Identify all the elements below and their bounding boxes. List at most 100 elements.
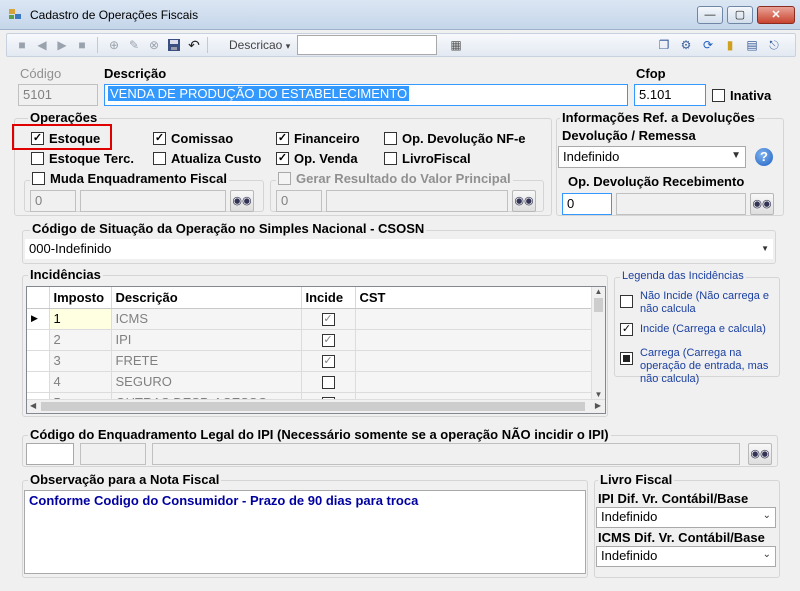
incide-cell[interactable]: ✓: [301, 350, 356, 372]
scroll-left-icon[interactable]: ◀: [30, 401, 36, 410]
ipi-dif-value: Indefinido: [601, 509, 658, 524]
observacao-textarea[interactable]: Conforme Codigo do Consumidor - Prazo de…: [24, 490, 586, 574]
incide-header[interactable]: Incide: [301, 287, 356, 309]
comissao-checkbox[interactable]: ✓ Comissao: [153, 131, 233, 146]
incide-cell[interactable]: ✓: [301, 329, 356, 351]
binoculars-icon[interactable]: ◉◉: [748, 443, 772, 465]
current-row-icon: ▶: [27, 308, 50, 330]
descricao-cell: SEGURO: [111, 371, 302, 393]
scroll-thumb[interactable]: [41, 402, 585, 411]
row-indicator-header: [27, 287, 50, 309]
search-input[interactable]: [297, 35, 437, 55]
incide-check-box[interactable]: ✓: [321, 334, 335, 348]
first-record-icon[interactable]: ■: [15, 38, 29, 52]
previous-record-icon[interactable]: ◀: [35, 38, 49, 52]
incide-check-box[interactable]: ✓: [321, 313, 335, 327]
delete-icon[interactable]: ⊗: [147, 38, 161, 52]
imposto-cell[interactable]: 2: [49, 329, 112, 351]
op-venda-label: Op. Venda: [294, 151, 358, 166]
imposto-cell[interactable]: 1: [49, 308, 112, 330]
icms-dif-select[interactable]: Indefinido ⌄: [596, 546, 776, 567]
table-row[interactable]: 2 IPI ✓: [27, 329, 593, 351]
estoque-terc-checkbox[interactable]: Estoque Terc.: [31, 151, 134, 166]
table-row[interactable]: ▶ 1 ICMS ✓: [27, 308, 593, 330]
enquadramento-code-input[interactable]: [26, 443, 74, 465]
csosn-select[interactable]: 000-Indefinido ▼: [24, 238, 774, 260]
scroll-right-icon[interactable]: ▶: [595, 401, 601, 410]
gerar-resultado-checkbox[interactable]: Gerar Resultado do Valor Principal: [276, 171, 513, 186]
op-devolucao-check-box[interactable]: [384, 132, 397, 145]
note-icon[interactable]: ▮: [723, 38, 737, 52]
cst-cell[interactable]: [355, 329, 593, 351]
financeiro-checkbox[interactable]: ✓ Financeiro: [276, 131, 360, 146]
next-record-icon[interactable]: ▶: [55, 38, 69, 52]
op-receb-code[interactable]: 0: [562, 193, 612, 215]
edit-icon[interactable]: ✎: [127, 38, 141, 52]
enquadramento-aux-field: [80, 443, 146, 465]
row-indicator: [27, 350, 50, 372]
descricao-input[interactable]: VENDA DE PRODUÇÃO DO ESTABELECIMENTO: [104, 84, 628, 106]
descricao-header[interactable]: Descrição: [111, 287, 302, 309]
last-record-icon[interactable]: ■: [75, 38, 89, 52]
estoque-terc-check-box[interactable]: [31, 152, 44, 165]
estoque-checkbox[interactable]: ✓ Estoque: [31, 131, 100, 146]
livro-fiscal-checkbox[interactable]: LivroFiscal: [384, 151, 471, 166]
op-devolucao-checkbox[interactable]: Op. Devolução NF-e: [384, 131, 526, 146]
incide-cell[interactable]: ✓: [301, 308, 356, 330]
incide-check-box[interactable]: [321, 376, 335, 390]
muda-enquadramento-check-box[interactable]: [32, 172, 45, 185]
gerar-resultado-desc: [326, 190, 508, 212]
op-venda-check-box[interactable]: ✓: [276, 152, 289, 165]
cfop-input[interactable]: 5.101: [634, 84, 706, 106]
close-button[interactable]: ✕: [757, 6, 795, 24]
scroll-thumb[interactable]: [594, 298, 603, 312]
imposto-header[interactable]: Imposto: [49, 287, 112, 309]
imposto-cell[interactable]: 4: [49, 371, 112, 393]
op-venda-checkbox[interactable]: ✓ Op. Venda: [276, 151, 358, 166]
incide-check-box[interactable]: ✓: [321, 355, 335, 369]
estoque-check-box[interactable]: ✓: [31, 132, 44, 145]
horizontal-scrollbar[interactable]: ◀ ▶: [27, 399, 605, 413]
incide-cell[interactable]: [301, 371, 356, 393]
muda-enquadramento-checkbox[interactable]: Muda Enquadramento Fiscal: [30, 171, 229, 186]
windows-icon[interactable]: ❐: [657, 38, 671, 52]
exit-icon[interactable]: ⎋: [767, 38, 781, 52]
scroll-up-icon[interactable]: ▲: [592, 287, 605, 296]
chevron-down-icon: ⌄: [762, 549, 771, 560]
undo-icon[interactable]: ↶: [187, 38, 201, 52]
atualiza-custo-check-box[interactable]: [153, 152, 166, 165]
table-row[interactable]: 3 FRETE ✓: [27, 350, 593, 372]
devolucoes-label-line2: Devolução / Remessa: [562, 128, 696, 143]
cst-header[interactable]: CST: [355, 287, 593, 309]
atualiza-custo-checkbox[interactable]: Atualiza Custo: [153, 151, 261, 166]
cst-cell[interactable]: [355, 371, 593, 393]
grid-view-icon[interactable]: ▦: [449, 38, 463, 52]
inativa-check-box[interactable]: [712, 89, 725, 102]
cst-cell[interactable]: [355, 308, 593, 330]
financeiro-check-box[interactable]: ✓: [276, 132, 289, 145]
gerar-resultado-check-box[interactable]: [278, 172, 291, 185]
settings-icon[interactable]: ⚙: [679, 38, 693, 52]
ipi-dif-select[interactable]: Indefinido ⌄: [596, 507, 776, 528]
cst-cell[interactable]: [355, 350, 593, 372]
add-icon[interactable]: ⊕: [107, 38, 121, 52]
search-field-selector[interactable]: Descricao ▾: [229, 38, 290, 52]
save-icon[interactable]: [167, 38, 181, 52]
carrega-text: Carrega (Carrega na operação de entrada,…: [640, 347, 769, 385]
refresh-icon[interactable]: ⟳: [701, 38, 715, 52]
maximize-button[interactable]: ▢: [727, 6, 753, 24]
vertical-scrollbar[interactable]: ▲ ▼: [591, 287, 605, 399]
report-icon[interactable]: ▤: [745, 38, 759, 52]
comissao-check-box[interactable]: ✓: [153, 132, 166, 145]
livro-fiscal-check-box[interactable]: [384, 152, 397, 165]
inativa-checkbox[interactable]: Inativa: [712, 88, 771, 103]
binoculars-icon[interactable]: ◉◉: [512, 190, 536, 212]
help-icon[interactable]: ?: [755, 148, 773, 166]
binoculars-icon[interactable]: ◉◉: [750, 193, 774, 215]
imposto-cell[interactable]: 3: [49, 350, 112, 372]
devolucao-remessa-select[interactable]: Indefinido ▼: [558, 146, 746, 168]
table-row[interactable]: 4 SEGURO: [27, 371, 593, 393]
minimize-button[interactable]: —: [697, 6, 723, 24]
scroll-down-icon[interactable]: ▼: [592, 390, 605, 399]
binoculars-icon[interactable]: ◉◉: [230, 190, 254, 212]
